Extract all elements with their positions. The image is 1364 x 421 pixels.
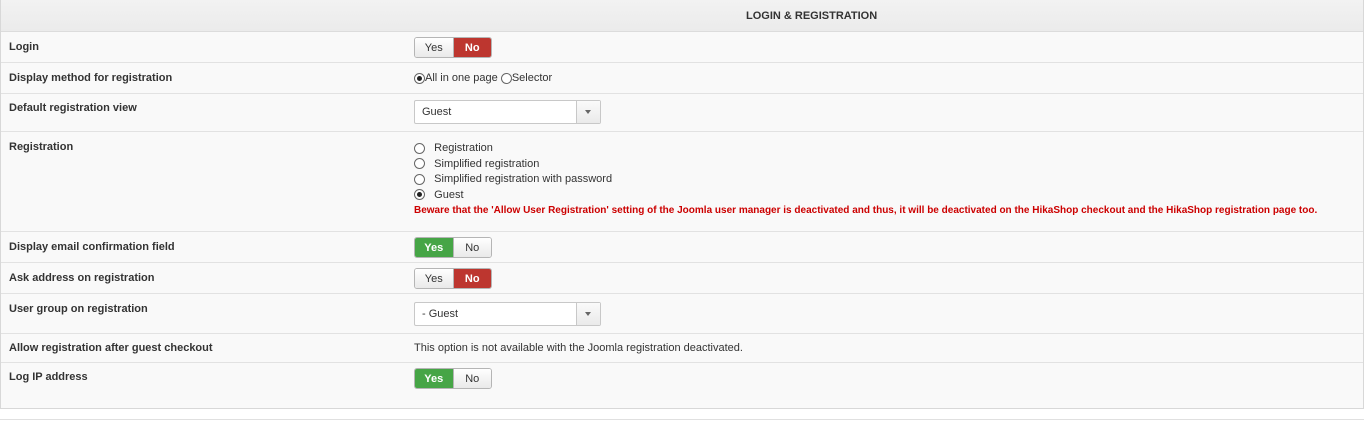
log-ip-no-button[interactable]: No [452,369,491,388]
log-ip-yes-button[interactable]: Yes [415,369,453,388]
radio-simplified-registration[interactable] [414,158,425,170]
chevron-down-icon[interactable] [576,101,600,123]
row-ask-address: Ask address on registration Yes No [1,263,1363,294]
row-email-confirm: Display email confirmation field Yes No [1,232,1363,263]
row-allow-after-guest: Allow registration after guest checkout … [1,334,1363,363]
radio-registration[interactable] [414,142,425,154]
ask-address-label: Ask address on registration [9,272,155,284]
login-yes-button[interactable]: Yes [415,38,453,57]
radio-simplified-registration-password[interactable] [414,173,425,185]
display-method-label: Display method for registration [9,72,173,84]
registration-warning: Beware that the 'Allow User Registration… [414,205,1318,216]
bottom-divider [0,419,1364,420]
radio-guest[interactable] [414,189,425,201]
radio-simplified-registration-label[interactable]: Simplified registration [434,158,539,170]
chevron-down-icon[interactable] [576,303,600,325]
email-confirm-label: Display email confirmation field [9,241,175,253]
login-no-button[interactable]: No [452,38,491,57]
row-user-group: User group on registration - Guest [1,294,1363,334]
user-group-value: - Guest [422,308,459,320]
user-group-select[interactable]: - Guest [414,302,601,326]
default-view-select[interactable]: Guest [414,100,601,124]
login-label: Login [9,41,39,53]
settings-panel: LOGIN & REGISTRATION Login Yes No Displa… [0,0,1364,409]
email-confirm-toggle: Yes No [414,237,492,258]
ask-address-no-button[interactable]: No [452,269,491,288]
default-view-label: Default registration view [9,102,137,114]
row-login: Login Yes No [1,32,1363,63]
radio-all-in-one-page[interactable] [414,72,425,84]
log-ip-toggle: Yes No [414,368,492,389]
user-group-label: User group on registration [9,303,148,315]
display-method-radio-group: All in one page Selector [414,72,552,84]
radio-all-in-one-page-label[interactable]: All in one page [425,72,498,84]
default-view-value: Guest [422,106,452,118]
radio-selector-label[interactable]: Selector [512,72,552,84]
registration-label: Registration [9,141,74,153]
radio-selector[interactable] [500,72,512,84]
login-toggle: Yes No [414,37,492,58]
section-header: LOGIN & REGISTRATION [1,0,1363,32]
allow-after-guest-label: Allow registration after guest checkout [9,342,213,354]
radio-registration-label[interactable]: Registration [434,142,493,154]
ask-address-yes-button[interactable]: Yes [415,269,453,288]
radio-guest-label[interactable]: Guest [434,189,463,201]
registration-radio-group: Registration Simplified registration Sim… [414,141,1317,219]
email-confirm-yes-button[interactable]: Yes [415,238,453,257]
ask-address-toggle: Yes No [414,268,492,289]
log-ip-label: Log IP address [9,371,88,383]
radio-simplified-registration-password-label[interactable]: Simplified registration with password [434,173,612,185]
row-default-view: Default registration view Guest [1,94,1363,132]
row-display-method: Display method for registration All in o… [1,63,1363,94]
row-registration: Registration Registration Simplified reg… [1,132,1363,232]
email-confirm-no-button[interactable]: No [452,238,491,257]
row-log-ip: Log IP address Yes No [1,363,1363,407]
allow-after-guest-note: This option is not available with the Jo… [414,342,743,354]
section-title: LOGIN & REGISTRATION [746,10,878,22]
